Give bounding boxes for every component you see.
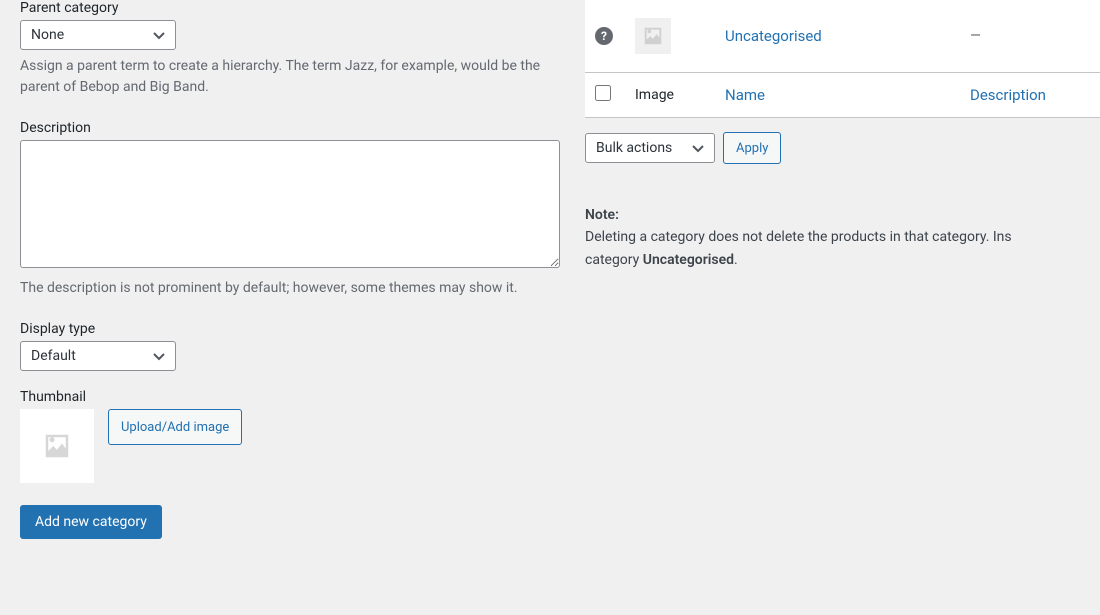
upload-image-button[interactable]: Upload/Add image: [108, 409, 242, 445]
thumbnail-preview: [20, 409, 94, 483]
parent-category-help: Assign a parent term to create a hierarc…: [20, 56, 560, 98]
add-category-button[interactable]: Add new category: [20, 505, 162, 539]
col-header-image: Image: [625, 73, 715, 118]
category-thumb: [635, 18, 671, 54]
description-textarea[interactable]: [20, 140, 560, 268]
display-type-selected: Default: [31, 348, 141, 364]
select-all-checkbox[interactable]: [595, 85, 611, 101]
note-title: Note:: [585, 204, 1100, 226]
note-body-suffix: .: [734, 252, 738, 268]
categories-table: ? Uncategorised — Ima: [585, 0, 1100, 118]
note-block: Note: Deleting a category does not delet…: [585, 204, 1100, 271]
col-header-name[interactable]: Name: [725, 86, 765, 104]
image-placeholder-icon: [42, 431, 72, 461]
note-body-line1: Deleting a category does not delete the …: [585, 229, 1012, 245]
col-header-description[interactable]: Description: [970, 86, 1046, 104]
parent-category-select[interactable]: None: [20, 20, 176, 50]
bulk-actions-selected: Bulk actions: [596, 140, 680, 156]
chevron-down-icon: [151, 348, 167, 364]
description-help: The description is not prominent by defa…: [20, 278, 560, 299]
apply-button[interactable]: Apply: [723, 132, 781, 164]
note-body-line2-prefix: category: [585, 252, 643, 268]
category-description: —: [970, 28, 981, 44]
category-name-link[interactable]: Uncategorised: [725, 27, 822, 45]
description-label: Description: [20, 120, 565, 136]
image-placeholder-icon: [642, 25, 664, 47]
chevron-down-icon: [151, 27, 167, 43]
thumbnail-label: Thumbnail: [20, 389, 565, 405]
parent-category-label: Parent category: [20, 0, 565, 16]
table-footer: Image Name Description: [585, 73, 1100, 118]
display-type-label: Display type: [20, 321, 565, 337]
display-type-select[interactable]: Default: [20, 341, 176, 371]
parent-category-selected: None: [31, 27, 141, 43]
table-row: ? Uncategorised —: [585, 0, 1100, 73]
bulk-actions-select[interactable]: Bulk actions: [585, 133, 715, 163]
note-default-category: Uncategorised: [643, 252, 734, 268]
help-icon[interactable]: ?: [595, 27, 613, 45]
chevron-down-icon: [690, 140, 706, 156]
